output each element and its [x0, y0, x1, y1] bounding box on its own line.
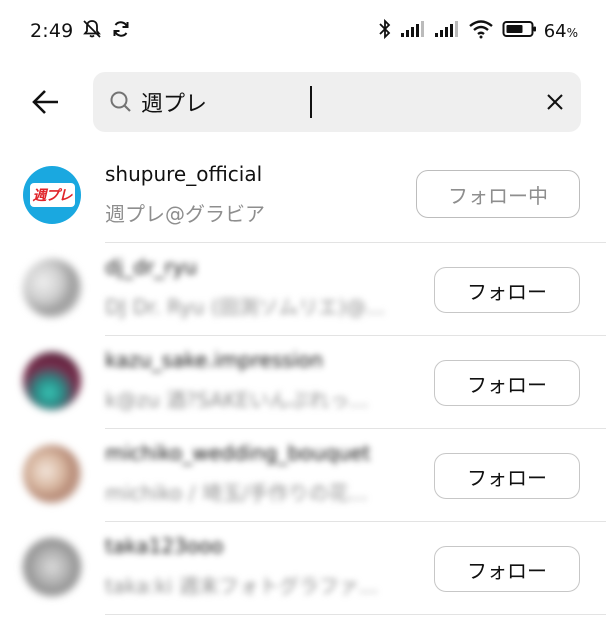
- sync-icon: [111, 19, 131, 43]
- back-button[interactable]: [24, 82, 68, 122]
- search-row: [0, 70, 606, 134]
- wifi-icon: [468, 19, 494, 43]
- result-row[interactable]: michiko_wedding_bouquet michiko / 埼玉/手作り…: [0, 429, 606, 522]
- magnifier-icon: [109, 90, 133, 118]
- display-name: michiko / 埼玉/手作りの花...: [105, 481, 368, 505]
- text-caret: [310, 86, 312, 118]
- status-bar: 2:49 64%: [0, 0, 606, 62]
- signal-icon-2: [434, 20, 460, 42]
- bluetooth-icon: [378, 18, 392, 44]
- avatar[interactable]: 週プレ: [23, 166, 81, 224]
- arrow-left-icon: [32, 90, 58, 114]
- battery-percent-unit: %: [566, 25, 578, 40]
- avatar[interactable]: [23, 352, 81, 410]
- shupure-logo: 週プレ: [29, 183, 75, 207]
- result-row[interactable]: dj_dr_ryu DJ Dr. Ryu (田渕ソムリエ)@... フォロー: [0, 243, 606, 336]
- status-right: 64%: [370, 18, 578, 44]
- avatar[interactable]: [23, 538, 81, 596]
- battery-percent: 64%: [544, 21, 578, 42]
- close-icon: [547, 94, 563, 110]
- result-row-shupure-official[interactable]: 週プレ shupure_official 週プレ@グラビア フォロー中: [0, 150, 606, 243]
- display-name: 週プレ@グラビア: [105, 202, 265, 226]
- follow-button[interactable]: フォロー: [434, 546, 580, 592]
- row-divider: [105, 614, 606, 615]
- username[interactable]: michiko_wedding_bouquet: [105, 441, 370, 465]
- follow-button[interactable]: フォロー: [434, 360, 580, 406]
- battery-percent-value: 64: [543, 20, 567, 42]
- mute-bell-icon: [81, 18, 103, 44]
- follow-button[interactable]: フォロー: [434, 453, 580, 499]
- avatar[interactable]: [23, 445, 81, 503]
- display-name: k@zu 酒?SAKEいんぷれっ...: [105, 388, 369, 412]
- result-row[interactable]: kazu_sake.impression k@zu 酒?SAKEいんぷれっ...…: [0, 336, 606, 429]
- signal-icon: [400, 20, 426, 42]
- following-button[interactable]: フォロー中: [416, 170, 580, 218]
- clear-search-button[interactable]: [543, 90, 567, 114]
- username[interactable]: kazu_sake.impression: [105, 348, 323, 372]
- username[interactable]: shupure_official: [105, 162, 262, 186]
- follow-button[interactable]: フォロー: [434, 267, 580, 313]
- username[interactable]: taka123ooo: [105, 534, 223, 558]
- display-name: taka:ki 週末フォトグラファ...: [105, 574, 378, 598]
- search-box[interactable]: [93, 72, 581, 132]
- avatar[interactable]: [23, 259, 81, 317]
- display-name: DJ Dr. Ryu (田渕ソムリエ)@...: [105, 295, 386, 319]
- result-row[interactable]: taka123ooo taka:ki 週末フォトグラファ... フォロー: [0, 522, 606, 615]
- status-left: 2:49: [30, 18, 131, 44]
- search-input[interactable]: [141, 82, 521, 122]
- username[interactable]: dj_dr_ryu: [105, 255, 197, 279]
- status-time: 2:49: [30, 20, 74, 42]
- battery-icon: [502, 19, 538, 43]
